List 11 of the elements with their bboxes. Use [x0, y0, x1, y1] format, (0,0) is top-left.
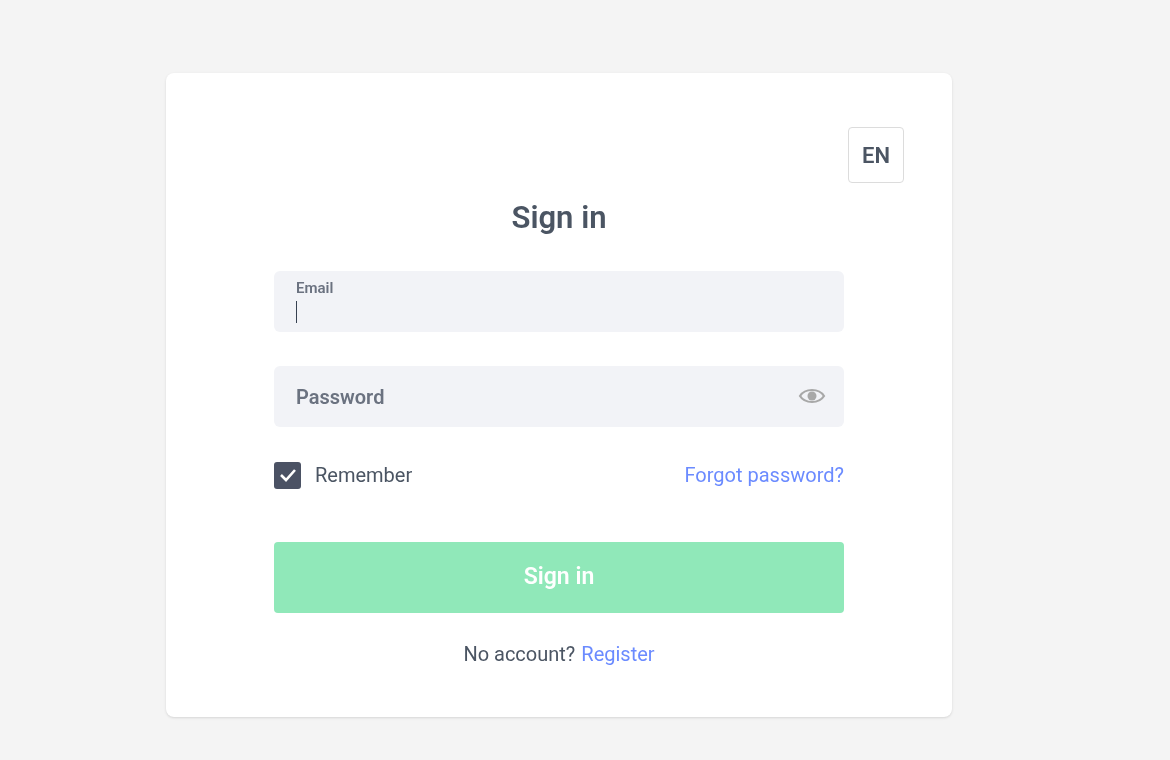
- remember-label: Remember: [315, 462, 413, 489]
- check-icon: [278, 468, 297, 482]
- page-title: Sign in: [510, 199, 608, 237]
- language-button[interactable]: EN: [848, 127, 904, 183]
- field-label: Email: [296, 279, 335, 297]
- remember-checkbox[interactable]: [274, 461, 301, 489]
- password-field[interactable]: Password: [274, 366, 844, 427]
- register-link[interactable]: Register: [581, 639, 655, 669]
- email-field[interactable]: Email: [274, 271, 844, 332]
- register-prompt: No account?: [463, 641, 576, 668]
- forgot-password-link[interactable]: Forgot password?: [684, 460, 844, 490]
